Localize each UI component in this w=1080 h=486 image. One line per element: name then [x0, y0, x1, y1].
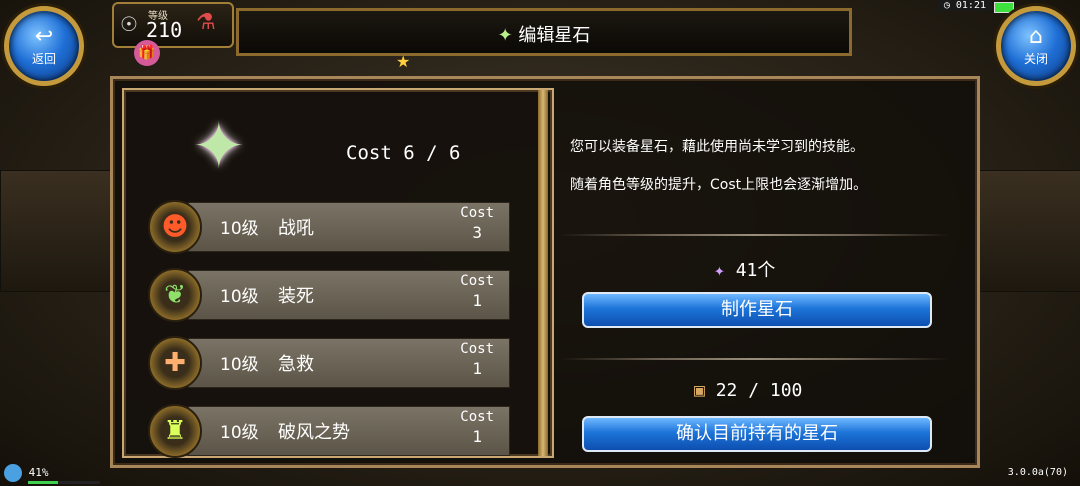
held-count: ▣ 22 / 100 — [694, 380, 802, 401]
skill-cost-value: 1 — [472, 359, 482, 378]
star-stone-count-text: 41个 — [735, 260, 776, 281]
star-stone-small-icon: ✦ — [714, 260, 725, 281]
version-label: 3.0.0a(70) — [1007, 467, 1068, 478]
background-shelf-right — [975, 170, 1080, 292]
skill-name: 战吼 — [278, 218, 314, 239]
exp-indicator: 41% — [4, 464, 49, 482]
star-stone-count: ✦ 41个 — [714, 256, 775, 282]
skill-row[interactable]: ☻ 10级 战吼 Cost 3 — [148, 200, 510, 254]
skill-cost-value: 1 — [472, 427, 482, 446]
panel-divider-ornament — [538, 90, 548, 456]
back-button-label: 返回 — [31, 51, 56, 66]
skill-cost-value: 1 — [472, 291, 482, 310]
title-bar: ✦ 编辑星石 — [236, 8, 852, 56]
star-stone-large-icon: ✦ — [192, 110, 246, 184]
skill-row[interactable]: ❦ 10级 装死 Cost 1 — [148, 268, 510, 322]
cost-summary: Cost 6 / 6 — [346, 142, 461, 164]
back-arrow-icon: ↩ — [34, 23, 54, 49]
chest-icon: ▣ — [694, 380, 705, 401]
gift-icon[interactable]: 🎁 — [134, 40, 160, 66]
battery-icon — [994, 2, 1014, 13]
make-star-stone-button[interactable]: 制作星石 — [582, 292, 932, 328]
close-button[interactable]: ⌂ 关闭 — [996, 6, 1076, 86]
divider — [560, 234, 950, 236]
close-button-label: 关闭 — [1023, 51, 1048, 66]
skill-name: 破风之势 — [278, 422, 350, 443]
skill-cost-label: Cost — [460, 205, 494, 221]
skill-cost-value: 3 — [472, 223, 482, 242]
wind-break-icon: ♜ — [148, 404, 202, 458]
home-icon: ⌂ — [1029, 23, 1043, 49]
exp-progress-fill — [28, 481, 58, 484]
page-title: ✦ 编辑星石 — [239, 21, 849, 47]
held-count-text: 22 / 100 — [715, 380, 803, 401]
skill-cost-label: Cost — [460, 341, 494, 357]
character-icon: ☉ — [120, 12, 138, 36]
exp-percent: 41% — [28, 466, 49, 479]
small-star-icon: ★ — [396, 52, 411, 71]
skill-level: 10级 — [220, 423, 259, 443]
star-stone-icon: ✦ — [497, 25, 513, 46]
skill-name: 装死 — [278, 286, 314, 307]
skill-level: 10级 — [220, 219, 259, 239]
back-button[interactable]: ↩ 返回 — [4, 6, 84, 86]
skill-row[interactable]: ✚ 10级 急救 Cost 1 — [148, 336, 510, 390]
description-line-1: 您可以装备星石，藉此使用尚未学习到的技能。 — [570, 139, 864, 155]
page-title-text: 编辑星石 — [518, 25, 591, 46]
skill-level: 10级 — [220, 355, 259, 375]
background-shelf-left — [0, 170, 112, 292]
divider — [560, 358, 950, 360]
level-value: 210 — [146, 18, 183, 42]
exp-icon — [4, 464, 22, 482]
skill-level: 10级 — [220, 287, 259, 307]
war-cry-icon: ☻ — [148, 200, 202, 254]
skill-name: 急救 — [278, 354, 314, 375]
potion-icon[interactable]: ⚗ — [196, 10, 216, 35]
play-dead-icon: ❦ — [148, 268, 202, 322]
skill-cost-label: Cost — [460, 409, 494, 425]
exp-progress-bar — [28, 481, 100, 484]
clock-time: 01:21 — [955, 0, 986, 11]
description-line-2: 随着角色等级的提升，Cost上限也会逐渐增加。 — [570, 177, 868, 193]
clock: ◷ 01:21 — [937, 0, 992, 11]
first-aid-icon: ✚ — [148, 336, 202, 390]
skill-row[interactable]: ♜ 10级 破风之势 Cost 1 — [148, 404, 510, 458]
player-level-box: ☉ 等级 210 ⚗ — [112, 2, 234, 48]
confirm-held-stones-button[interactable]: 确认目前持有的星石 — [582, 416, 932, 452]
skill-cost-label: Cost — [460, 273, 494, 289]
